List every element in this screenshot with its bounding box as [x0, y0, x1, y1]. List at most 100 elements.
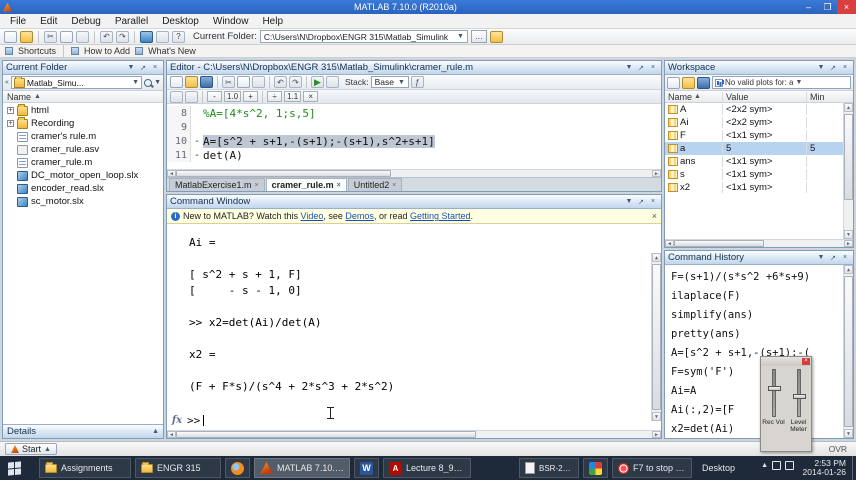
tab-untitled2[interactable]: Untitled2 × [347, 178, 403, 191]
close-tab-icon[interactable]: × [255, 182, 259, 189]
scroll-up-icon[interactable]: ▲ [844, 265, 853, 274]
file-item[interactable]: DC_motor_open_loop.slx [3, 169, 163, 182]
workspace-row[interactable]: x2 <1x1 sym> [665, 181, 853, 194]
chevron-down-icon[interactable]: ▼ [816, 253, 826, 263]
minimize-button[interactable]: – [799, 0, 818, 14]
open-icon[interactable] [185, 76, 198, 88]
banner-close-icon[interactable]: × [652, 211, 657, 221]
taskbar-item-bsr[interactable]: BSR-2014.01.24... [519, 458, 579, 478]
redo-icon[interactable]: ↷ [289, 76, 302, 88]
stack-dropdown[interactable]: Base ▼ [370, 76, 409, 88]
scroll-left-icon[interactable]: ◄ [167, 431, 176, 438]
title-bar[interactable]: MATLAB 7.10.0 (R2010a) – ❐ × [0, 0, 856, 14]
taskbar-item-engr315[interactable]: ENGR 315 [135, 458, 221, 478]
toolbar-overflow-icon[interactable]: ▼ [154, 79, 161, 86]
expand-icon[interactable]: + [7, 107, 14, 114]
taskbar-item-assignments[interactable]: Assignments [39, 458, 131, 478]
paste-icon[interactable] [76, 30, 89, 43]
chevron-down-icon[interactable]: ▼ [816, 63, 826, 73]
scroll-left-icon[interactable]: ◄ [167, 170, 176, 177]
chevron-down-icon[interactable]: ▼ [624, 197, 634, 207]
history-vscrollbar[interactable]: ▲ ▼ [843, 265, 853, 438]
back-icon[interactable]: « [5, 79, 9, 86]
scroll-right-icon[interactable]: ► [652, 431, 661, 438]
file-item[interactable]: cramer's rule.m [3, 130, 163, 143]
insert-cell-icon[interactable] [170, 90, 183, 103]
workspace-vscrollbar[interactable]: ▲ ▼ [843, 103, 853, 239]
command-prompt[interactable]: fx >> [167, 412, 661, 428]
volume-icon[interactable] [785, 461, 794, 470]
taskbar-clock[interactable]: 2:53 PM 2014-01-26 [803, 459, 846, 477]
command-window-hscrollbar[interactable]: ◄ ► [167, 430, 661, 438]
taskbar-item-recorder[interactable]: F7 to stop recor... [612, 458, 692, 478]
cell-decrement-button[interactable]: - [207, 91, 222, 102]
simulink-icon[interactable] [140, 30, 153, 43]
menu-debug[interactable]: Debug [64, 16, 107, 27]
up-folder-icon[interactable] [489, 30, 503, 43]
undock-icon[interactable]: ↗ [828, 63, 838, 73]
level-meter-slider[interactable] [792, 369, 806, 417]
slider-handle[interactable] [792, 394, 806, 399]
name-column-header[interactable]: Name ▲ [3, 91, 163, 103]
copy-icon[interactable] [60, 30, 73, 43]
getting-started-link[interactable]: Getting Started [410, 211, 471, 221]
recorder-volume-overlay[interactable]: × Rec Vol Level Meter [760, 356, 812, 452]
close-icon[interactable]: × [840, 63, 850, 73]
cut-icon[interactable]: ✂ [222, 76, 235, 88]
open-file-icon[interactable] [20, 30, 33, 43]
file-item[interactable]: cramer_rule.asv [3, 143, 163, 156]
recorder-titlebar[interactable]: × [761, 357, 811, 366]
help-icon[interactable]: ? [172, 30, 185, 43]
demos-link[interactable]: Demos [345, 211, 374, 221]
workspace-column-headers[interactable]: Name ▲ Value Min [665, 91, 853, 103]
load-data-icon[interactable] [682, 76, 695, 89]
cell-value-button[interactable]: 1.0 [224, 91, 242, 102]
maximize-button[interactable]: ❐ [818, 0, 837, 14]
whats-new-link[interactable]: What's New [148, 46, 196, 56]
function-hint-icon[interactable]: fx [167, 415, 187, 426]
network-icon[interactable] [772, 461, 781, 470]
chevron-down-icon[interactable]: ▼ [624, 63, 634, 73]
taskbar-item-app[interactable] [583, 458, 608, 478]
command-window-header[interactable]: Command Window ▼ ↗ × [167, 195, 661, 209]
taskbar-item-matlab[interactable]: MATLAB 7.10.0... [254, 458, 350, 478]
close-tab-icon[interactable]: × [337, 182, 341, 189]
menu-edit[interactable]: Edit [33, 16, 64, 27]
expand-details-icon[interactable]: ▲ [152, 428, 159, 435]
file-item[interactable]: encoder_read.slx [3, 182, 163, 195]
how-to-add-link[interactable]: How to Add [84, 46, 130, 56]
hidden-icons-icon[interactable]: ▲ [761, 462, 768, 469]
scroll-right-icon[interactable]: ► [652, 170, 661, 177]
new-file-icon[interactable] [4, 30, 17, 43]
close-icon[interactable]: × [648, 63, 658, 73]
run-icon[interactable]: ▶ [311, 76, 324, 88]
file-item-recording[interactable]: + Recording [3, 116, 163, 130]
matlab-start-button[interactable]: Start ▲ [5, 443, 57, 455]
current-folder-combobox[interactable]: C:\Users\N\Dropbox\ENGR 315\Matlab_Simul… [259, 30, 468, 43]
new-script-icon[interactable] [170, 76, 183, 88]
file-item[interactable]: sc_motor.slx [3, 195, 163, 208]
browse-folder-button[interactable]: … [470, 30, 487, 43]
close-button[interactable]: × [837, 0, 856, 14]
undock-icon[interactable]: ↗ [828, 253, 838, 263]
search-icon[interactable] [144, 78, 153, 87]
new-variable-icon[interactable] [667, 76, 680, 89]
scroll-up-icon[interactable]: ▲ [844, 103, 853, 112]
history-item[interactable]: x2=det(Ai) [671, 419, 841, 438]
undo-icon[interactable]: ↶ [100, 30, 113, 43]
workspace-hscrollbar[interactable]: ◄ ► [665, 239, 853, 247]
history-item[interactable]: ilaplace(F) [671, 286, 841, 305]
command-output[interactable]: Ai = [ s^2 + s + 1, F] [ - s - 1, 0] >> … [167, 224, 661, 430]
taskbar-item-firefox[interactable] [225, 458, 250, 478]
menu-desktop[interactable]: Desktop [155, 16, 206, 27]
rec-volume-slider[interactable] [767, 369, 781, 417]
command-window-vscrollbar[interactable]: ▲ ▼ [651, 253, 661, 421]
workspace-row[interactable]: A <2x2 sym> [665, 103, 853, 116]
undo-icon[interactable]: ↶ [274, 76, 287, 88]
taskbar-item-pdf[interactable]: A Lecture 8_9 - tf... [383, 458, 471, 478]
cell-multiplier-button[interactable]: 1.1 [284, 91, 302, 102]
breakpoints-icon[interactable] [326, 76, 339, 88]
cell-multiply-button[interactable]: × [303, 91, 319, 102]
save-icon[interactable] [200, 76, 213, 88]
chevron-down-icon[interactable]: ▼ [126, 63, 136, 73]
